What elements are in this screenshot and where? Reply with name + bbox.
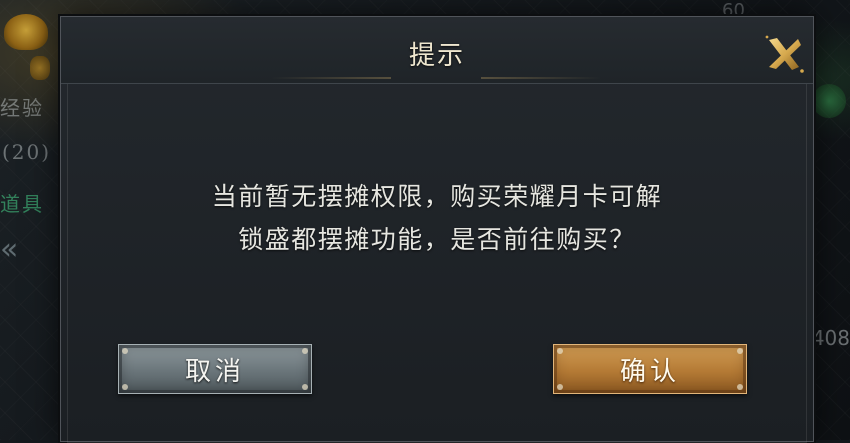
confirm-button[interactable]: 确认 [553, 344, 747, 394]
title-ornament-left [271, 77, 391, 79]
close-x-icon [765, 35, 804, 73]
cancel-button-label: 取消 [184, 356, 245, 387]
background-label-count: (20) [2, 140, 52, 164]
background-label-exp: 经验 [0, 96, 44, 120]
button-rivet [737, 348, 743, 354]
cancel-button[interactable]: 取消 [118, 344, 312, 394]
chevron-left-icon[interactable]: « [0, 232, 18, 267]
dialog-title-bar: 提示 [61, 17, 813, 84]
button-rivet [302, 348, 308, 354]
button-rivet [122, 348, 128, 354]
background-label-items: 道具 [0, 192, 44, 216]
prompt-dialog: 提示 当前暂无摆摊权限，购买荣耀月卡可解 锁盛都摆摊功能，是否前往购买？ 取消 … [60, 16, 814, 443]
confirm-button-label: 确认 [619, 356, 680, 387]
button-rivet [737, 384, 743, 390]
lantern-small-icon [30, 56, 50, 80]
message-line-2: 锁盛都摆摊功能，是否前往购买？ [238, 225, 636, 254]
dialog-message: 当前暂无摆摊权限，购买荣耀月卡可解 锁盛都摆摊功能，是否前往购买？ [131, 175, 743, 261]
lantern-icon [4, 14, 48, 50]
button-rivet [302, 384, 308, 390]
button-rivet [557, 384, 563, 390]
green-orb-icon [812, 84, 846, 118]
dialog-title: 提示 [408, 41, 465, 71]
title-ornament-right [481, 77, 601, 79]
button-rivet [122, 384, 128, 390]
button-rivet [557, 348, 563, 354]
background-right-number: 408 [811, 326, 850, 350]
message-line-1: 当前暂无摆摊权限，购买荣耀月卡可解 [211, 182, 663, 211]
close-button[interactable] [761, 31, 807, 77]
